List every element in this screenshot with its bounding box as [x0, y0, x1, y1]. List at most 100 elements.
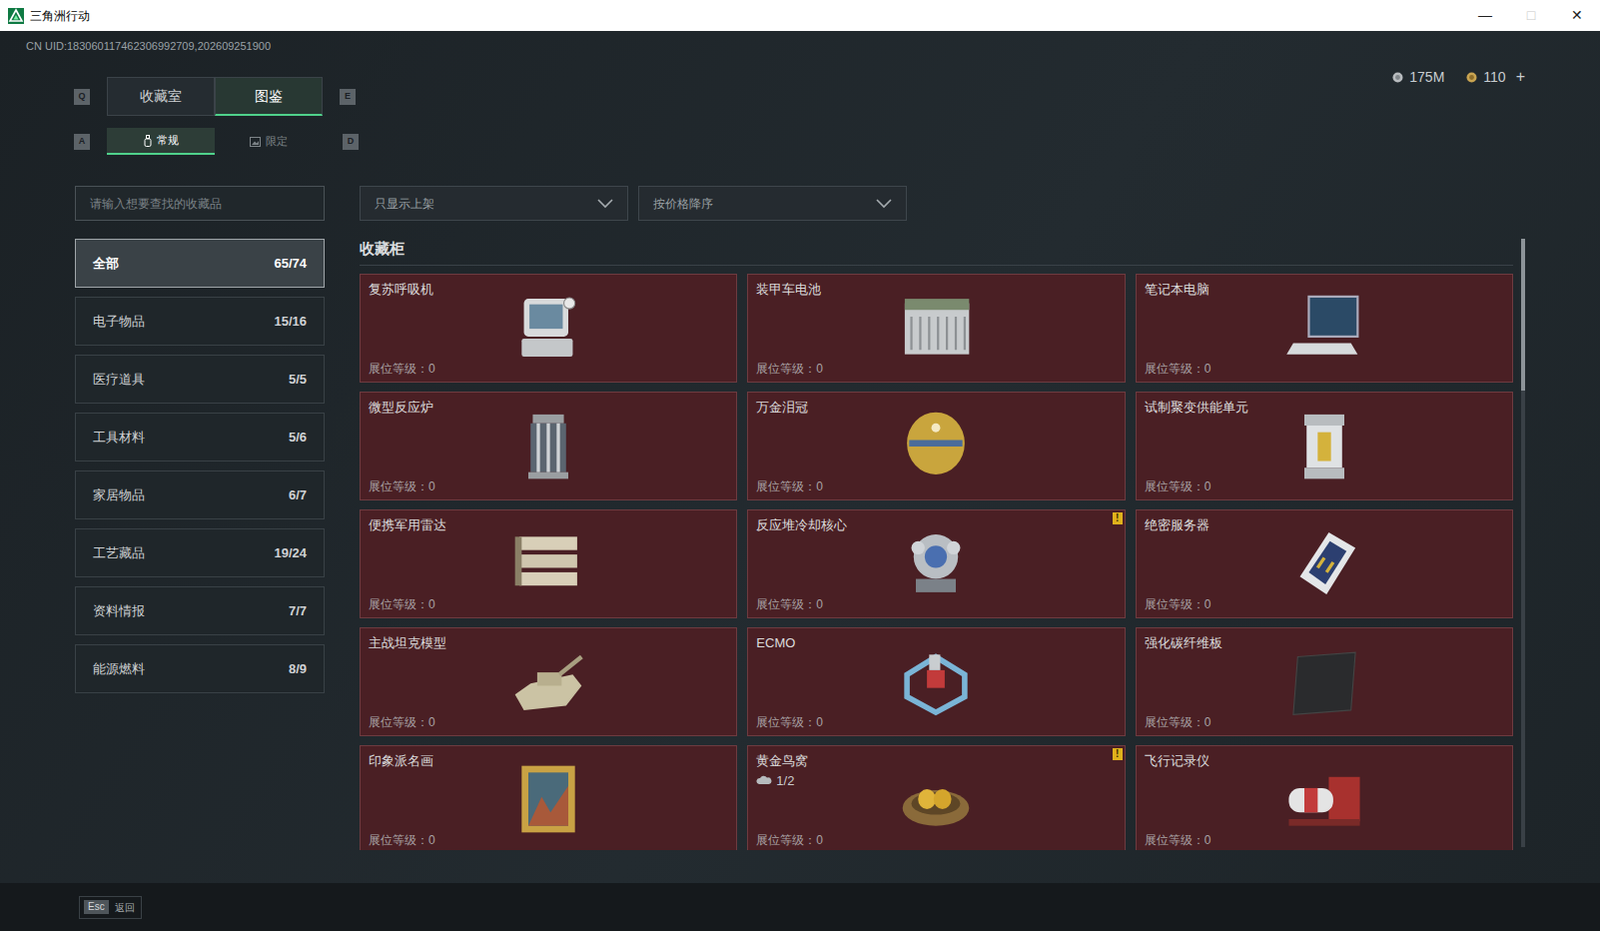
collection-panel: 只显示上架按价格降序收藏柜复苏呼吸机展位等级：0装甲车电池展位等级：0笔记本电脑… — [359, 185, 1514, 850]
window-control[interactable]: — — [1462, 0, 1509, 31]
section-title: 收藏柜 — [359, 237, 1514, 266]
egg-icon — [895, 405, 976, 486]
booth-level: 展位等级：0 — [368, 359, 501, 378]
collection-card[interactable]: 微型反应炉展位等级：0 — [359, 391, 738, 501]
sidebar-item[interactable]: 资料情报7/7 — [74, 586, 325, 636]
grid-area: 复苏呼吸机展位等级：0装甲车电池展位等级：0笔记本电脑展位等级：0微型反应炉展位… — [359, 273, 1514, 850]
battery-icon — [895, 287, 976, 368]
card-corner — [596, 392, 737, 500]
item-image — [1276, 628, 1373, 736]
back-button[interactable]: Esc返回 — [78, 895, 142, 919]
card-header: 反应堆冷却核心 — [756, 516, 888, 534]
dropdown-value: 只显示上架 — [374, 194, 435, 213]
item-name: 印象派名画 — [368, 752, 501, 770]
card-text: 飞行记录仪展位等级：0 — [1136, 746, 1277, 850]
uid-label: CN UID:183060117462306992709,20260925190… — [0, 30, 1600, 53]
collection-card[interactable]: 万金泪冠展位等级：0 — [747, 391, 1125, 501]
card-header: 强化碳纤维板 — [1144, 634, 1277, 652]
currency-amount: 110 — [1483, 66, 1506, 88]
bottle-icon — [143, 134, 152, 147]
filter-dropdown[interactable]: 只显示上架 — [359, 185, 629, 221]
item-image — [887, 746, 984, 850]
currency: 110 + — [1466, 64, 1526, 89]
currency: 175M — [1392, 66, 1445, 88]
item-image — [500, 628, 597, 736]
card-text: 强化碳纤维板展位等级：0 — [1136, 628, 1277, 736]
card-text: 反应堆冷却核心展位等级：0 — [748, 510, 888, 618]
sidebar-item[interactable]: 工具材料5/6 — [74, 412, 325, 462]
tab[interactable]: 收藏室 — [106, 76, 215, 116]
sidebar-item[interactable]: 全部 65/74 — [74, 238, 325, 288]
monitor-icon — [508, 287, 589, 368]
tab[interactable]: 图鉴 — [214, 76, 323, 116]
search-input[interactable] — [74, 185, 325, 221]
card-header: 试制聚变供能单元 — [1144, 398, 1277, 416]
collection-card[interactable]: 主战坦克模型展位等级：0 — [359, 627, 738, 737]
collection-card[interactable]: 绝密服务器展位等级：0 — [1135, 509, 1514, 619]
app-logo-icon — [7, 7, 24, 24]
item-name: 笔记本电脑 — [1144, 280, 1277, 298]
scrollbar-thumb[interactable] — [1521, 238, 1526, 391]
collection-card[interactable]: 强化碳纤维板展位等级：0 — [1135, 627, 1514, 737]
collection-card[interactable]: 装甲车电池展位等级：0 — [747, 273, 1125, 383]
card-text: 复苏呼吸机展位等级：0 — [360, 274, 501, 382]
laptop-icon — [1284, 287, 1365, 368]
sidebar-item[interactable]: 医疗道具5/5 — [74, 354, 325, 404]
silver-coin-icon — [1392, 71, 1404, 83]
subtab[interactable]: 常规 — [106, 127, 215, 155]
window-control[interactable]: ✕ — [1554, 0, 1600, 31]
nest-icon — [895, 759, 976, 839]
collection-card[interactable]: 飞行记录仪展位等级：0 — [1135, 745, 1514, 850]
category-count: 65/74 — [273, 253, 307, 274]
collection-card[interactable]: ECMO展位等级：0 — [747, 627, 1125, 737]
subtab[interactable]: 限定 — [214, 127, 323, 155]
card-header: 微型反应炉 — [368, 398, 501, 416]
booth-level: 展位等级：0 — [1144, 359, 1277, 378]
booth-level: 展位等级：0 — [756, 595, 888, 614]
collection-card[interactable]: 笔记本电脑展位等级：0 — [1135, 273, 1514, 383]
booth-level: 展位等级：0 — [1144, 595, 1277, 614]
item-image — [500, 746, 597, 850]
sidebar-item[interactable]: 家居物品6/7 — [74, 470, 325, 520]
category-count: 8/9 — [288, 659, 307, 680]
scrollbar-track — [1521, 238, 1526, 847]
item-count: 1/2 — [756, 771, 888, 792]
collection-card[interactable]: 便携军用雷达展位等级：0 — [359, 509, 738, 619]
category-count: 6/7 — [288, 485, 307, 506]
item-name: ECMO — [756, 634, 888, 652]
sidebar-item[interactable]: 工艺藏品19/24 — [74, 528, 325, 578]
collection-card[interactable]: 反应堆冷却核心展位等级：0! — [747, 509, 1125, 619]
back-label: 返回 — [114, 899, 137, 915]
category-count: 7/7 — [288, 601, 307, 622]
filter-dropdown[interactable]: 按价格降序 — [638, 185, 907, 221]
collection-card[interactable]: 试制聚变供能单元展位等级：0 — [1135, 391, 1514, 501]
category-list: 全部 65/74 电子物品15/16 医疗道具5/5 工具材料5/6 家居物品6/7 工艺藏… — [74, 238, 325, 694]
category-label: 全部 — [92, 253, 119, 274]
radar-icon — [508, 523, 589, 604]
card-corner — [983, 628, 1124, 736]
collection-card[interactable]: 黄金鸟窝1/2展位等级：0! — [747, 745, 1125, 850]
sidebar-item[interactable]: 能源燃料8/9 — [74, 644, 325, 694]
subtab-group: 常规 限定 — [106, 127, 323, 155]
card-corner — [983, 274, 1124, 382]
item-image — [500, 510, 597, 618]
booth-level: 展位等级：0 — [1144, 713, 1277, 732]
subtab-label: 常规 — [156, 131, 179, 149]
item-image — [887, 392, 984, 500]
collection-card[interactable]: 复苏呼吸机展位等级：0 — [359, 273, 738, 383]
item-image — [500, 274, 597, 382]
booth-level: 展位等级：0 — [368, 830, 501, 849]
ecmo-icon — [895, 641, 976, 722]
category-label: 电子物品 — [92, 311, 145, 332]
collection-card[interactable]: 印象派名画展位等级：0 — [359, 745, 738, 850]
item-name: 万金泪冠 — [756, 398, 888, 416]
card-text: 微型反应炉展位等级：0 — [360, 392, 501, 500]
card-header: 万金泪冠 — [756, 398, 888, 416]
card-header: 绝密服务器 — [1144, 516, 1277, 534]
sidebar-item[interactable]: 电子物品15/16 — [74, 296, 325, 346]
flight-recorder-icon — [1284, 759, 1365, 839]
item-image — [1276, 392, 1373, 500]
card-header: 装甲车电池 — [756, 280, 888, 298]
category-label: 工艺藏品 — [92, 543, 145, 564]
add-currency-button[interactable]: + — [1516, 64, 1526, 89]
